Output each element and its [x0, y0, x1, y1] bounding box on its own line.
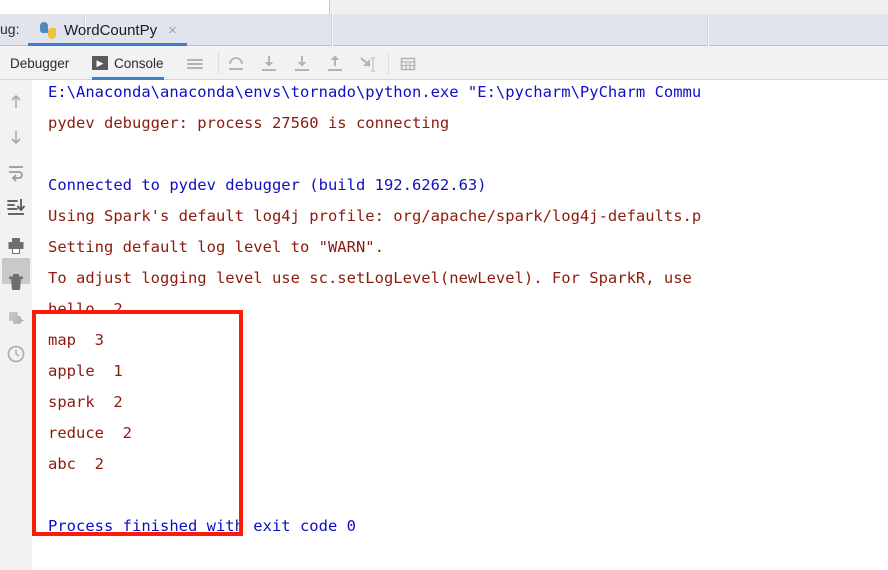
console-line: reduce 2 — [48, 424, 132, 442]
editor-top-strip-left — [0, 0, 330, 14]
console-line: Process finished with exit code 0 — [48, 517, 356, 535]
tab-bar-divider-2 — [331, 14, 333, 46]
print-icon[interactable] — [6, 236, 26, 256]
up-arrow-icon[interactable] — [6, 92, 26, 112]
debug-tool-window-tab-bar: ug: WordCountPy × — [0, 14, 888, 46]
console-line: abc 2 — [48, 455, 104, 473]
console-line: map 3 — [48, 331, 104, 349]
console-line: Setting default log level to "WARN". — [48, 238, 384, 256]
toolbar-separator-2 — [388, 52, 389, 74]
tab-bar-divider-3 — [707, 14, 709, 46]
console-line: Using Spark's default log4j profile: org… — [48, 207, 702, 225]
tab-console[interactable]: ▶ Console — [92, 46, 164, 80]
menu-icon[interactable] — [185, 54, 205, 74]
console-line: pydev debugger: process 27560 is connect… — [48, 114, 450, 132]
tab-debugger[interactable]: Debugger — [10, 46, 69, 80]
console-line: spark 2 — [48, 393, 123, 411]
console-play-icon: ▶ — [92, 56, 108, 70]
tab-console-label: Console — [114, 55, 164, 71]
tab-debugger-label: Debugger — [10, 55, 70, 71]
python-logo-icon — [40, 21, 57, 39]
step-over-icon[interactable] — [226, 54, 246, 74]
clock-icon[interactable] — [6, 344, 26, 364]
run-configuration-tab-label: WordCountPy — [64, 21, 158, 39]
trash-icon[interactable] — [6, 272, 26, 292]
export-icon[interactable] — [6, 308, 26, 328]
step-out-icon[interactable] — [325, 54, 345, 74]
console-line: E:\Anaconda\anaconda\envs\tornado\python… — [48, 83, 702, 101]
toolbar-separator-1 — [218, 52, 219, 74]
editor-top-strip — [0, 0, 888, 14]
console-line: hello 2 — [48, 300, 123, 318]
console-line: apple 1 — [48, 362, 123, 380]
soft-wrap-icon[interactable] — [6, 162, 26, 182]
evaluate-expression-icon[interactable] — [398, 54, 418, 74]
scroll-to-end-icon[interactable] — [6, 197, 26, 217]
console-side-toolbar — [0, 80, 32, 570]
console-line: Connected to pydev debugger (build 192.6… — [48, 176, 487, 194]
console-line: To adjust logging level use sc.setLogLev… — [48, 269, 692, 287]
debug-tool-tab-row: Debugger ▶ Console — [0, 46, 888, 80]
run-configuration-tab[interactable]: WordCountPy × — [28, 14, 187, 46]
step-into-icon[interactable] — [259, 54, 279, 74]
console-output-area[interactable]: E:\Anaconda\anaconda\envs\tornado\python… — [32, 80, 888, 570]
force-step-into-icon[interactable] — [292, 54, 312, 74]
down-arrow-icon[interactable] — [6, 127, 26, 147]
run-to-cursor-icon[interactable] — [358, 54, 378, 74]
close-icon[interactable]: × — [168, 23, 177, 38]
debug-tool-window-label: ug: — [0, 21, 20, 37]
